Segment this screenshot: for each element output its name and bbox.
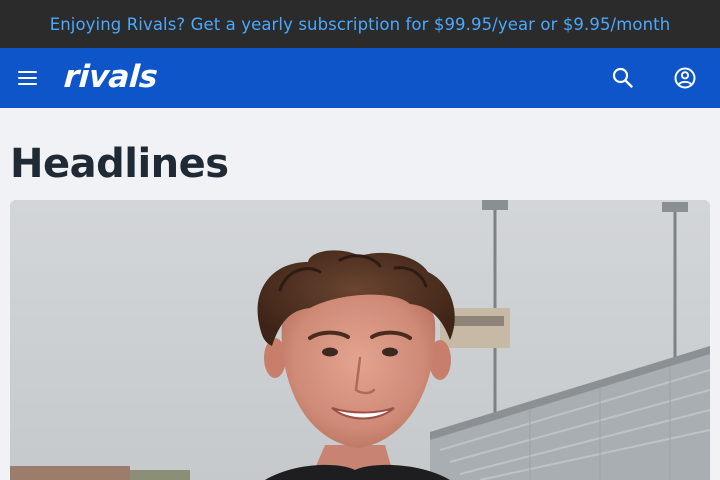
promo-text[interactable]: Enjoying Rivals? Get a yearly subscripti… (50, 15, 671, 34)
account-circle-icon[interactable] (671, 64, 699, 92)
top-nav: rivals (0, 48, 720, 108)
promo-banner[interactable]: Enjoying Rivals? Get a yearly subscripti… (0, 0, 720, 48)
hamburger-menu-icon[interactable] (16, 68, 40, 88)
headline-hero-image[interactable] (10, 200, 710, 480)
page-title: Headlines (10, 141, 229, 187)
player-portrait-photo (10, 200, 710, 480)
main-content: Headlines (0, 108, 720, 480)
rivals-logo[interactable]: rivals (63, 59, 159, 95)
search-icon[interactable] (610, 65, 636, 91)
